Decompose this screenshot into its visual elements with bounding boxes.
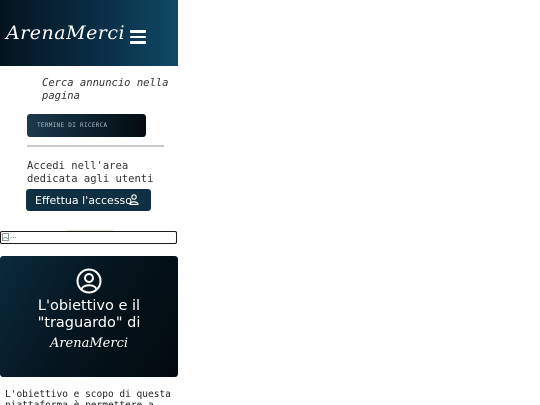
image-alt-text: ... bbox=[10, 232, 17, 240]
body-paragraph: L'obiettivo e scopo di questa piattaform… bbox=[5, 389, 171, 405]
login-button[interactable]: Effettua l'accesso bbox=[26, 189, 151, 211]
search-input[interactable] bbox=[27, 114, 146, 137]
login-label: Accedi nell'area dedicata agli utenti bbox=[27, 160, 154, 185]
mobile-page: ArenaMerci Cerca annuncio nella pagina A… bbox=[0, 0, 178, 405]
hero-card: L'obiettivo e il "traguardo" di bbox=[0, 256, 178, 377]
hero-brand: ArenaMerci bbox=[49, 336, 129, 351]
search-label: Cerca annuncio nella pagina bbox=[42, 77, 169, 102]
broken-image-icon bbox=[2, 233, 9, 241]
divider bbox=[27, 145, 164, 147]
user-icon bbox=[129, 194, 139, 205]
brand-logo[interactable]: ArenaMerci bbox=[6, 22, 125, 44]
hero-title: L'obiettivo e il "traguardo" di bbox=[37, 298, 141, 331]
site-header: ArenaMerci bbox=[0, 0, 178, 66]
hamburger-icon[interactable] bbox=[130, 30, 146, 44]
login-button-label: Effettua l'accesso bbox=[35, 193, 133, 207]
broken-image: ... bbox=[0, 231, 177, 244]
user-circle-icon bbox=[76, 268, 102, 294]
